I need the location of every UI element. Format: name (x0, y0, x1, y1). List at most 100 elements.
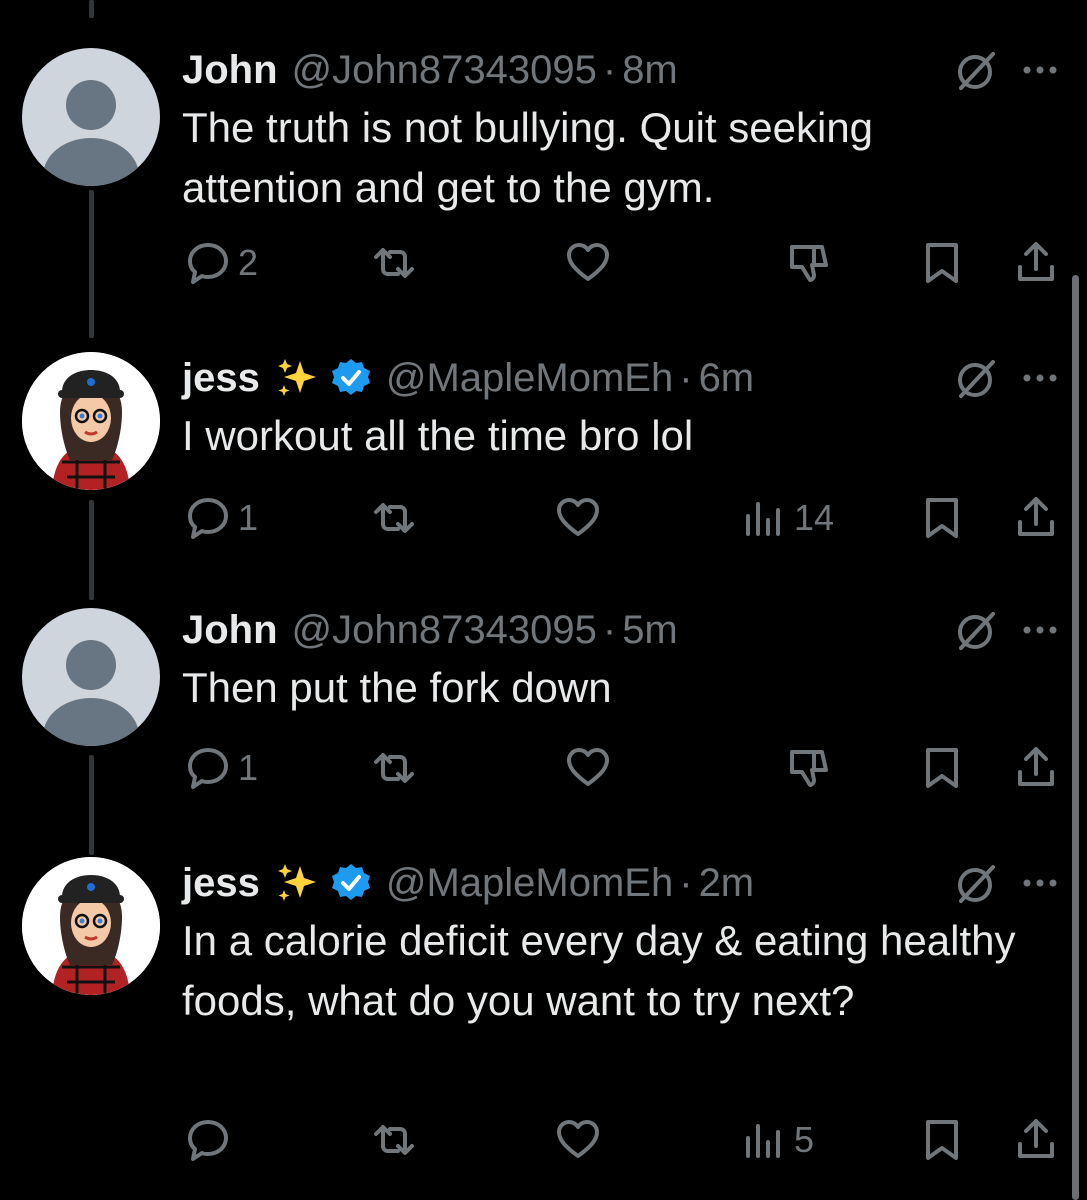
post-text: I workout all the time bro lol (182, 412, 694, 459)
display-name[interactable]: jess (182, 356, 260, 401)
more-icon[interactable] (1017, 863, 1063, 903)
more-icon[interactable] (1017, 50, 1063, 90)
more-icon[interactable] (1017, 358, 1063, 398)
post-time[interactable]: 6m (699, 356, 755, 401)
reply-icon (188, 1120, 228, 1161)
bookmark-icon (926, 243, 958, 283)
user-handle[interactable]: @John87343095 (292, 608, 597, 653)
like-button[interactable] (564, 239, 612, 287)
default-avatar-icon (43, 640, 139, 746)
grok-icon[interactable] (953, 48, 999, 94)
post-header: jess @MapleMomEh · 2m (182, 853, 754, 913)
reply-button[interactable]: 1 (184, 494, 258, 542)
post-time[interactable]: 8m (622, 48, 678, 93)
downvote-icon (790, 750, 828, 787)
separator-dot: · (602, 47, 617, 92)
reply-count: 1 (238, 497, 259, 538)
like-button[interactable] (564, 744, 612, 792)
grok-icon[interactable] (953, 608, 999, 654)
like-button[interactable] (554, 1116, 602, 1164)
post-header: John @John87343095 · 8m (182, 40, 678, 100)
post-actions: 1 (0, 738, 1087, 798)
verified-badge-icon[interactable] (330, 357, 372, 399)
post-time[interactable]: 5m (622, 608, 678, 653)
bookmark-icon (926, 498, 958, 538)
repost-button[interactable] (370, 1116, 418, 1164)
views-button[interactable]: 5 (740, 1116, 814, 1164)
downvote-button[interactable] (784, 744, 832, 792)
views-icon (746, 502, 780, 536)
bookmark-button[interactable] (918, 744, 966, 792)
heart-icon (567, 243, 609, 281)
repost-icon (374, 753, 414, 783)
sparkles-icon (277, 864, 316, 901)
views-count: 5 (794, 1119, 815, 1160)
bookmark-button[interactable] (918, 494, 966, 542)
share-button[interactable] (1012, 1116, 1060, 1164)
display-name[interactable]: jess (182, 861, 260, 906)
avatar[interactable] (22, 857, 160, 995)
views-button[interactable]: 14 (740, 494, 834, 542)
repost-button[interactable] (370, 494, 418, 542)
downvote-button[interactable] (784, 239, 832, 287)
thread-line (89, 0, 94, 18)
post-actions: 2 (0, 233, 1087, 293)
cartoon-avatar-icon (22, 857, 160, 995)
post-header: jess @MapleMomEh · 6m (182, 348, 754, 408)
avatar[interactable] (22, 608, 160, 746)
repost-icon (374, 1125, 414, 1155)
share-button[interactable] (1012, 744, 1060, 792)
post-time[interactable]: 2m (699, 861, 755, 906)
bookmark-icon (926, 1120, 958, 1160)
bookmark-button[interactable] (918, 239, 966, 287)
reply-count: 2 (238, 242, 259, 283)
verified-badge-icon[interactable] (330, 862, 372, 904)
post-text: Then put the fork down (182, 664, 612, 711)
reply-button[interactable]: 2 (184, 239, 258, 287)
cartoon-avatar-icon (22, 352, 160, 490)
post-header: John @John87343095 · 5m (182, 600, 678, 660)
default-avatar-icon (43, 80, 139, 186)
like-button[interactable] (554, 494, 602, 542)
reply-count: 1 (238, 747, 259, 788)
heart-icon (557, 1120, 599, 1158)
repost-icon (374, 248, 414, 278)
repost-button[interactable] (370, 744, 418, 792)
reply-button[interactable] (184, 1116, 238, 1164)
separator-dot: · (679, 860, 693, 905)
repost-button[interactable] (370, 239, 418, 287)
bookmark-button[interactable] (918, 1116, 966, 1164)
share-icon (1018, 1119, 1054, 1158)
avatar[interactable] (22, 48, 160, 186)
post-text: The truth is not bullying. Quit seeking … (182, 104, 874, 211)
grok-icon[interactable] (953, 861, 999, 907)
more-icon[interactable] (1017, 610, 1063, 650)
views-count: 14 (794, 497, 835, 538)
user-handle[interactable]: @John87343095 (292, 48, 597, 93)
display-name[interactable]: John (182, 48, 278, 93)
share-icon (1018, 242, 1054, 281)
bookmark-icon (926, 748, 958, 788)
downvote-icon (790, 245, 828, 282)
post-actions: 1 14 (0, 488, 1087, 548)
user-handle[interactable]: @MapleMomEh (386, 356, 673, 401)
share-icon (1018, 497, 1054, 536)
reply-button[interactable]: 1 (184, 744, 258, 792)
repost-icon (374, 503, 414, 533)
separator-dot: · (679, 355, 693, 400)
share-button[interactable] (1012, 494, 1060, 542)
avatar[interactable] (22, 352, 160, 490)
reply-icon (188, 748, 228, 789)
separator-dot: · (602, 607, 617, 652)
scrollbar[interactable] (1072, 275, 1079, 1200)
grok-icon[interactable] (953, 356, 999, 402)
user-handle[interactable]: @MapleMomEh (386, 861, 673, 906)
display-name[interactable]: John (182, 608, 278, 653)
heart-icon (567, 748, 609, 786)
heart-icon (557, 498, 599, 536)
reply-icon (188, 243, 228, 284)
share-icon (1018, 747, 1054, 786)
post-text: In a calorie deficit every day & eating … (182, 917, 1016, 1024)
share-button[interactable] (1012, 239, 1060, 287)
post-actions: 5 (0, 1110, 1087, 1170)
